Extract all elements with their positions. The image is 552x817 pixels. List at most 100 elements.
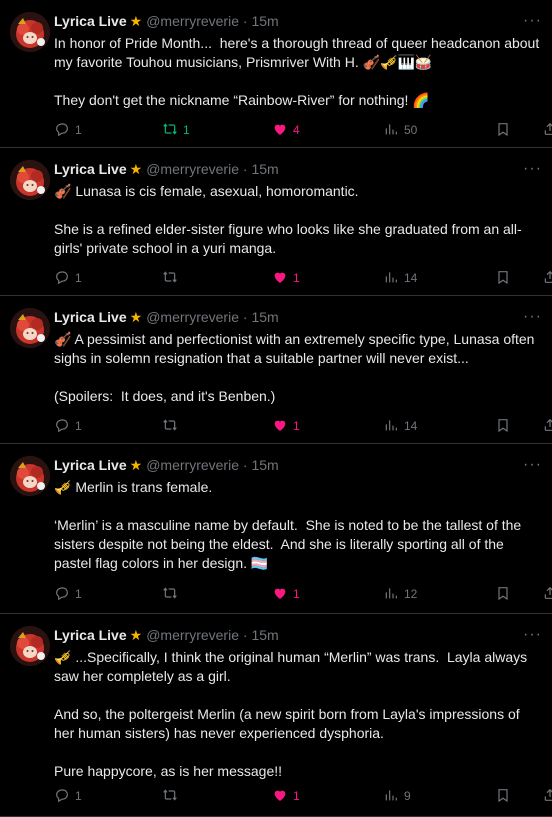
user-handle[interactable]: @merryreverie <box>146 309 239 325</box>
reply-count: 1 <box>75 123 82 137</box>
display-name[interactable]: Lyrica Live <box>54 627 127 643</box>
tweet-text-paragraph: 🎻 A pessimist and perfectionist with an … <box>54 331 539 366</box>
avatar[interactable] <box>10 12 50 52</box>
like-count: 1 <box>293 271 300 285</box>
avatar[interactable] <box>10 626 50 666</box>
bookmark-button[interactable] <box>495 120 511 140</box>
avatar[interactable] <box>10 160 50 200</box>
view-count: 12 <box>404 587 418 601</box>
retweet-button[interactable] <box>162 786 183 806</box>
like-button[interactable]: 1 <box>272 584 300 604</box>
tweet-actions: 1 1 4 50 <box>50 120 552 140</box>
retweet-icon <box>162 787 178 806</box>
reply-button[interactable]: 1 <box>54 786 82 806</box>
share-icon <box>542 269 552 288</box>
like-count: 4 <box>293 123 300 137</box>
tweet-text-paragraph: (Spoilers: It does, and it's Benben.) <box>54 388 276 404</box>
bookmark-button[interactable] <box>495 268 511 288</box>
timestamp[interactable]: 15m <box>251 161 278 177</box>
tweet-text-paragraph: They don't get the nickname “Rainbow-Riv… <box>54 92 430 108</box>
tweet-actions: 1 1 14 <box>50 416 552 436</box>
share-button[interactable] <box>542 416 552 436</box>
reply-icon <box>54 417 70 436</box>
display-name[interactable]: Lyrica Live <box>54 457 127 473</box>
tweet-actions: 1 1 14 <box>50 268 552 288</box>
share-button[interactable] <box>542 786 552 806</box>
tweet-header: Lyrica Live ★ @merryreverie · 15m ··· <box>54 626 542 644</box>
views-button[interactable]: 14 <box>383 268 417 288</box>
tweet-header: Lyrica Live ★ @merryreverie · 15m ··· <box>54 456 542 474</box>
avatar[interactable] <box>10 456 50 496</box>
user-handle[interactable]: @merryreverie <box>146 627 239 643</box>
reply-icon <box>54 269 70 288</box>
tweet[interactable]: Lyrica Live ★ @merryreverie · 15m ··· 🎻 A … <box>0 296 552 444</box>
bookmark-icon <box>495 269 511 288</box>
more-dots-icon[interactable]: ··· <box>523 626 542 644</box>
tweet[interactable]: Lyrica Live ★ @merryreverie · 15m ··· 🎻 Lu… <box>0 148 552 296</box>
share-icon <box>542 121 552 140</box>
heart-icon <box>272 269 288 288</box>
reply-button[interactable]: 1 <box>54 584 82 604</box>
retweet-button[interactable]: 1 <box>162 120 190 140</box>
retweet-button[interactable] <box>162 268 183 288</box>
retweet-button[interactable] <box>162 416 183 436</box>
bookmark-button[interactable] <box>495 786 511 806</box>
view-count: 9 <box>404 789 411 803</box>
heart-icon <box>272 585 288 604</box>
views-icon <box>383 787 399 806</box>
timestamp[interactable]: 15m <box>251 13 278 29</box>
more-dots-icon[interactable]: ··· <box>523 160 542 178</box>
bookmark-button[interactable] <box>495 416 511 436</box>
star-icon: ★ <box>129 627 143 643</box>
display-name[interactable]: Lyrica Live <box>54 13 127 29</box>
timestamp[interactable]: 15m <box>251 627 278 643</box>
reply-icon <box>54 787 70 806</box>
like-count: 1 <box>293 789 300 803</box>
bookmark-icon <box>495 787 511 806</box>
share-button[interactable] <box>542 120 552 140</box>
reply-button[interactable]: 1 <box>54 120 82 140</box>
tweet[interactable]: Lyrica Live ★ @merryreverie · 15m ··· In h… <box>0 0 552 148</box>
timestamp[interactable]: 15m <box>251 309 278 325</box>
share-icon <box>542 585 552 604</box>
separator-dot: · <box>242 457 248 473</box>
like-button[interactable]: 1 <box>272 416 300 436</box>
retweet-count: 1 <box>183 123 190 137</box>
reply-count: 1 <box>75 271 82 285</box>
display-name[interactable]: Lyrica Live <box>54 161 127 177</box>
tweet[interactable]: Lyrica Live ★ @merryreverie · 15m ··· 🎺 ..… <box>0 614 552 817</box>
like-button[interactable]: 1 <box>272 786 300 806</box>
avatar[interactable] <box>10 308 50 348</box>
views-button[interactable]: 50 <box>383 120 417 140</box>
like-button[interactable]: 4 <box>272 120 300 140</box>
tweet-header: Lyrica Live ★ @merryreverie · 15m ··· <box>54 12 542 30</box>
share-button[interactable] <box>542 584 552 604</box>
reply-count: 1 <box>75 789 82 803</box>
tweet-actions: 1 1 12 <box>50 584 552 604</box>
more-dots-icon[interactable]: ··· <box>523 12 542 30</box>
retweet-button[interactable] <box>162 584 183 604</box>
bookmark-button[interactable] <box>495 584 511 604</box>
reply-button[interactable]: 1 <box>54 416 82 436</box>
like-button[interactable]: 1 <box>272 268 300 288</box>
more-dots-icon[interactable]: ··· <box>523 456 542 474</box>
display-name[interactable]: Lyrica Live <box>54 309 127 325</box>
tweet[interactable]: Lyrica Live ★ @merryreverie · 15m ··· 🎺 Me… <box>0 444 552 614</box>
user-handle[interactable]: @merryreverie <box>146 13 239 29</box>
user-handle[interactable]: @merryreverie <box>146 161 239 177</box>
timestamp[interactable]: 15m <box>251 457 278 473</box>
views-button[interactable]: 9 <box>383 786 411 806</box>
tweet-text-paragraph: ‘Merlin’ is a masculine name by default.… <box>54 517 526 571</box>
view-count: 14 <box>404 271 418 285</box>
star-icon: ★ <box>129 309 143 325</box>
share-button[interactable] <box>542 268 552 288</box>
views-icon <box>383 121 399 140</box>
user-handle[interactable]: @merryreverie <box>146 457 239 473</box>
reply-button[interactable]: 1 <box>54 268 82 288</box>
heart-icon <box>272 417 288 436</box>
retweet-icon <box>162 121 178 140</box>
views-button[interactable]: 14 <box>383 416 417 436</box>
tweet-body: 🎻 A pessimist and perfectionist with an … <box>54 330 540 406</box>
views-button[interactable]: 12 <box>383 584 417 604</box>
more-dots-icon[interactable]: ··· <box>523 308 542 326</box>
